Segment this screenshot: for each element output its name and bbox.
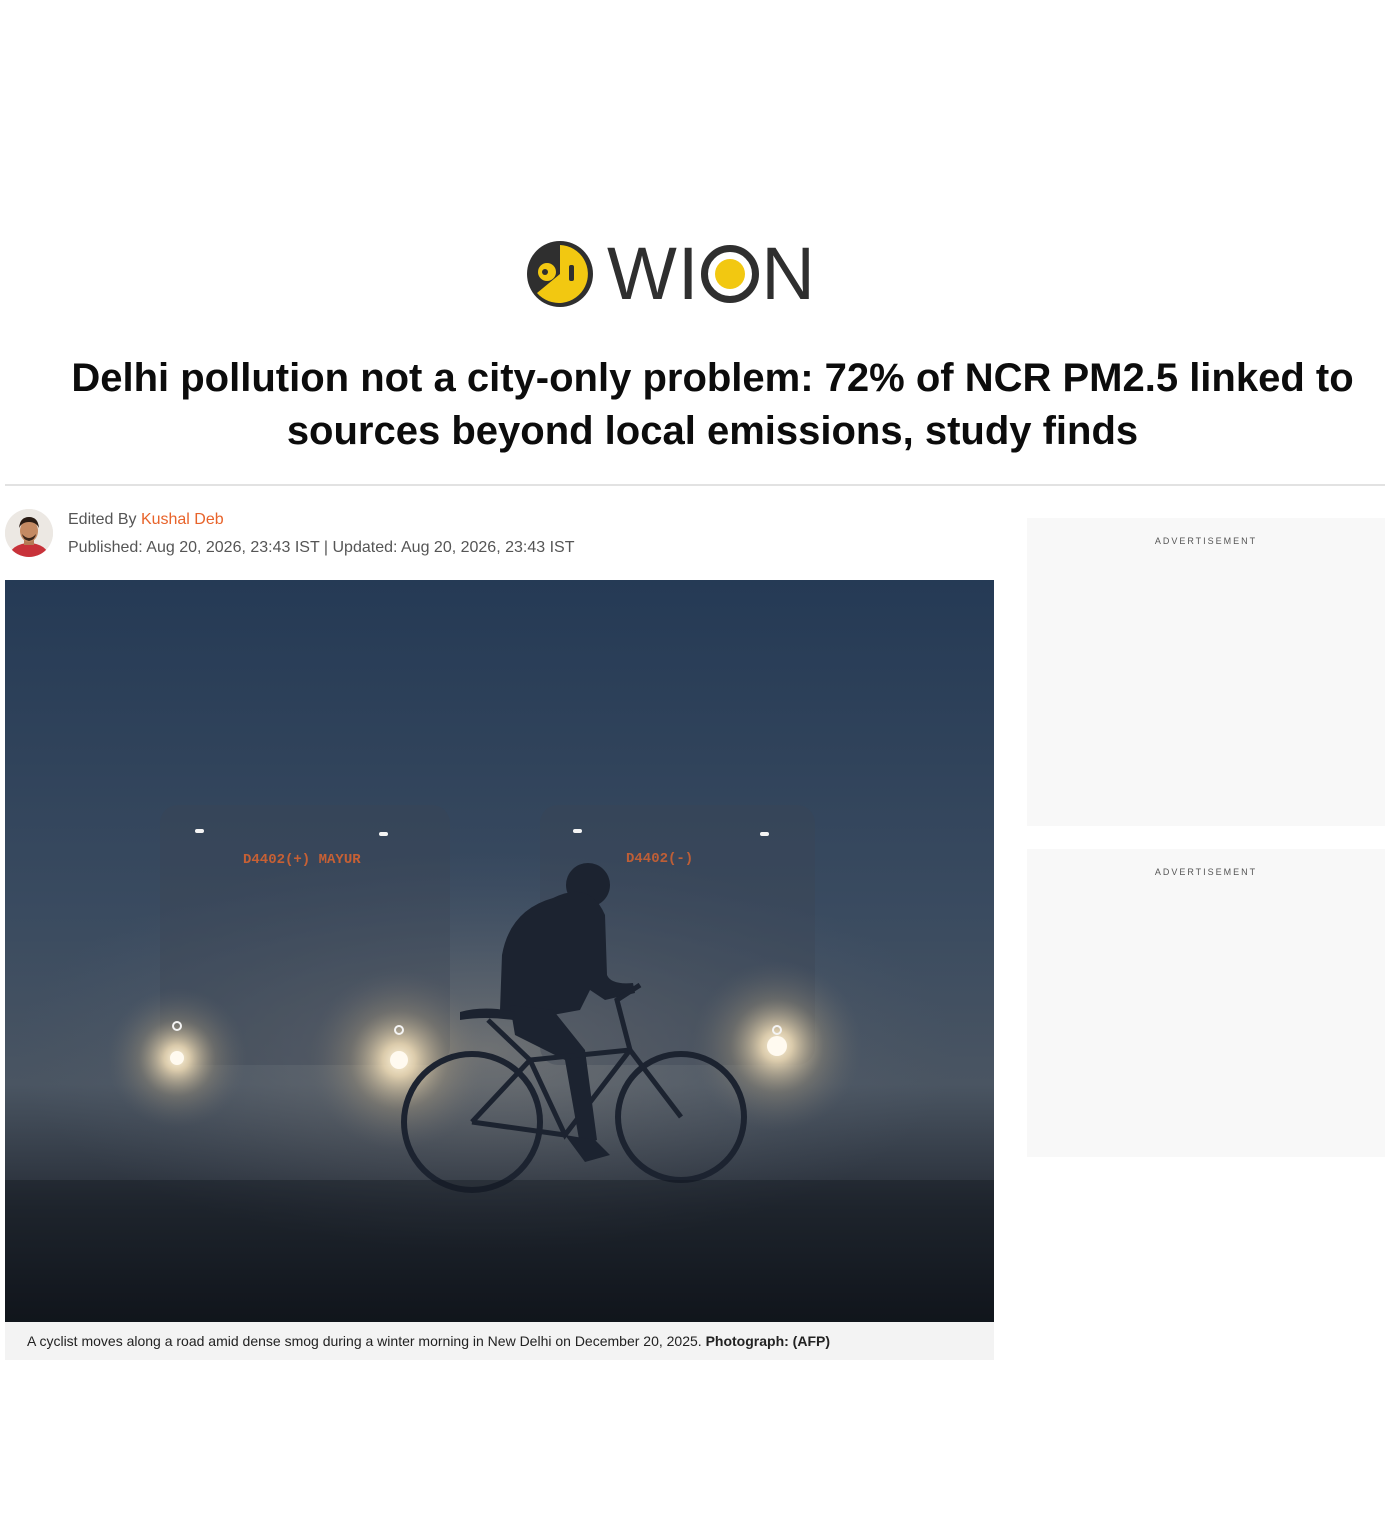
hero-image[interactable]: D4402(+) MAYUR D4402(-) <box>5 580 994 1322</box>
edited-by-label: Edited By <box>68 511 137 528</box>
publish-dates: Published: Aug 20, 2026, 23:43 IST | Upd… <box>68 539 575 556</box>
byline-edited: Edited By Kushal Deb <box>68 509 224 531</box>
wion-wordmark: WI N <box>607 232 816 315</box>
sidebar-ad-1[interactable]: ADVERTISEMENT <box>1027 518 1385 826</box>
ad-label: ADVERTISEMENT <box>1154 536 1258 546</box>
author-avatar[interactable] <box>5 509 53 557</box>
article-headline: Delhi pollution not a city-only problem:… <box>71 356 1354 453</box>
author-avatar-icon <box>5 509 53 557</box>
wordmark-o-icon <box>701 245 760 303</box>
caption-text: A cyclist moves along a road amid dense … <box>27 1333 702 1349</box>
author-link[interactable]: Kushal Deb <box>141 511 224 528</box>
smog-cyclist-photo: D4402(+) MAYUR D4402(-) <box>5 580 994 1322</box>
photo-credit: Photograph: (AFP) <box>705 1333 830 1349</box>
hero-caption: A cyclist moves along a road amid dense … <box>27 1332 830 1350</box>
bus-sign-left: D4402(+) MAYUR <box>243 852 361 868</box>
hero-caption-box: A cyclist moves along a road amid dense … <box>5 1322 994 1360</box>
bus-sign-right: D4402(-) <box>626 851 693 867</box>
wion-logo-icon <box>527 241 593 307</box>
sidebar-ad-2[interactable]: ADVERTISEMENT <box>1027 849 1385 1157</box>
ad-label: ADVERTISEMENT <box>1154 867 1258 877</box>
article-page: WI N Delhi pollution not a city-only prob… <box>0 0 1385 1513</box>
headline-divider <box>5 484 1385 486</box>
wion-logo[interactable]: WI N <box>525 236 835 312</box>
